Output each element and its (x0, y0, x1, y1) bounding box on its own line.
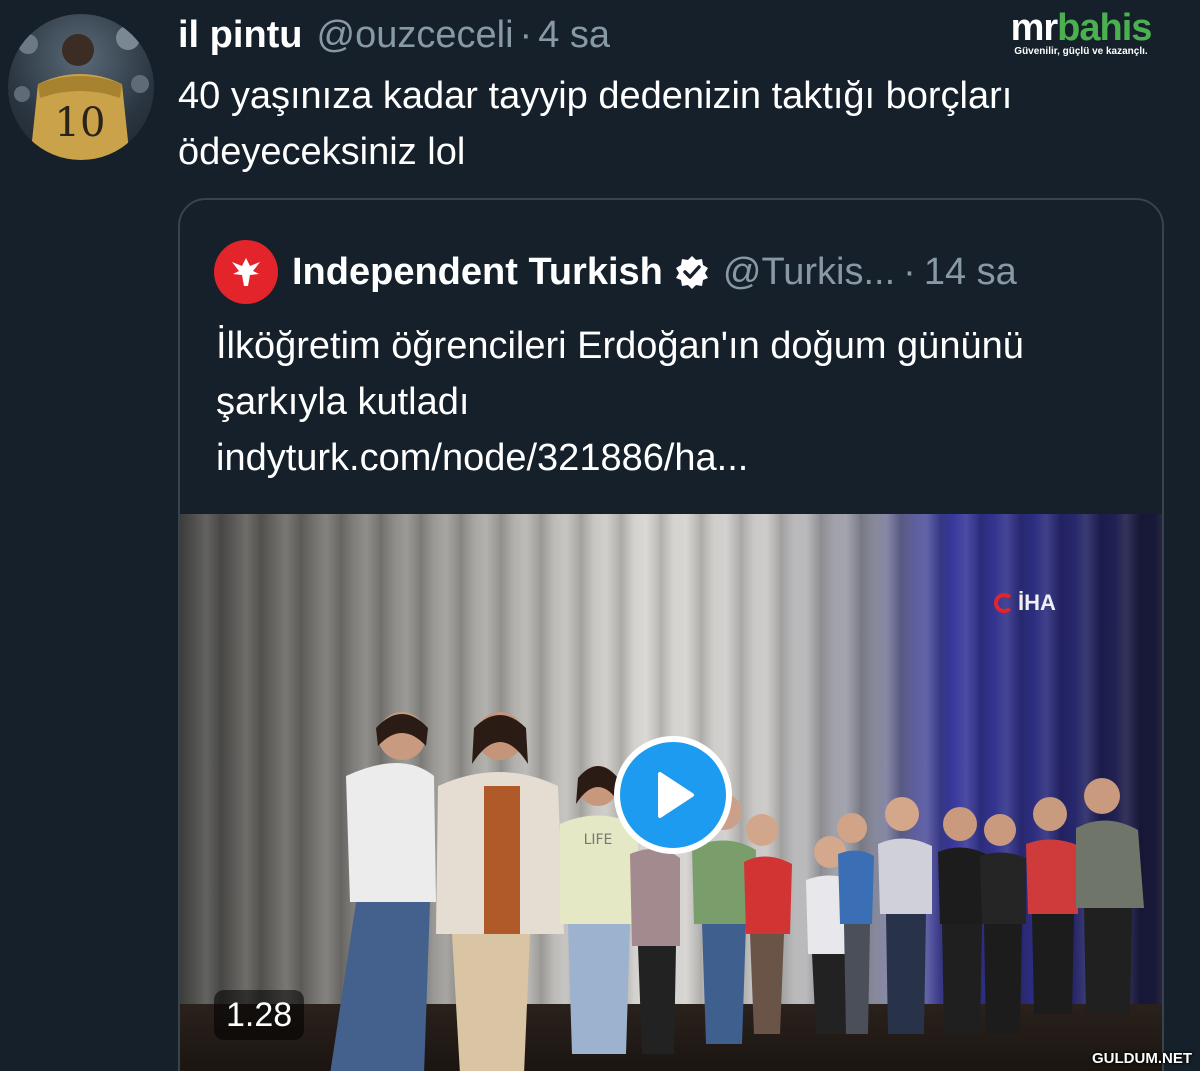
quoted-tweet-text: İlköğretim öğrencileri Erdoğan'ın doğum … (216, 318, 1136, 486)
author-handle[interactable]: @ouzceceli (317, 14, 514, 57)
brand-name: mrbahis (996, 7, 1166, 49)
quoted-tweet-link[interactable]: indyturk.com/node/321886/ha... (216, 430, 1136, 486)
author-name[interactable]: il pintu (178, 14, 303, 57)
quoted-tweet-card[interactable]: Independent Turkish @Turkis... · 14 sa İ… (178, 198, 1164, 1071)
tweet-timestamp[interactable]: 4 sa (538, 14, 610, 57)
quoted-author-name[interactable]: Independent Turkish (292, 251, 663, 294)
site-watermark: GULDUM.NET (1092, 1050, 1192, 1067)
quoted-timestamp[interactable]: 14 sa (924, 251, 1017, 294)
video-player[interactable]: LIFE İHA 1.28 (180, 514, 1162, 1071)
quoted-tweet-header: Independent Turkish @Turkis... · 14 sa (214, 240, 1017, 304)
quoted-tweet-body: İlköğretim öğrencileri Erdoğan'ın doğum … (216, 325, 1024, 423)
iha-channel-logo: İHA (994, 590, 1056, 616)
brand-logo: mrbahis Güvenilir, güçlü ve kazançlı. (996, 7, 1166, 62)
shirt-text: LIFE (584, 832, 613, 848)
tweet-text: 40 yaşınıza kadar tayyip dedenizin taktı… (178, 75, 1013, 173)
brand-name-part1: mr (1010, 7, 1059, 49)
header-separator: · (519, 14, 533, 56)
independent-eagle-icon[interactable] (214, 240, 278, 304)
tweet-header: il pintu @ouzceceli · 4 sa (178, 14, 610, 60)
play-button[interactable] (614, 736, 732, 854)
svg-text:10: 10 (55, 100, 106, 146)
quoted-author-handle[interactable]: @Turkis... (723, 251, 895, 294)
tweet-screenshot: 10 il pintu @ouzceceli · 4 sa mrbahis Gü… (0, 0, 1200, 1071)
verified-badge-icon (675, 255, 709, 289)
brand-slogan: Güvenilir, güçlü ve kazançlı. (1014, 46, 1148, 57)
author-avatar[interactable]: 10 (8, 14, 154, 160)
iha-mark-icon (994, 593, 1014, 613)
video-duration: 1.28 (214, 990, 305, 1040)
brand-name-part2: bahis (1057, 7, 1152, 49)
quoted-header-separator: · (903, 250, 916, 293)
play-icon (658, 772, 694, 818)
iha-channel-name: İHA (1018, 590, 1056, 615)
